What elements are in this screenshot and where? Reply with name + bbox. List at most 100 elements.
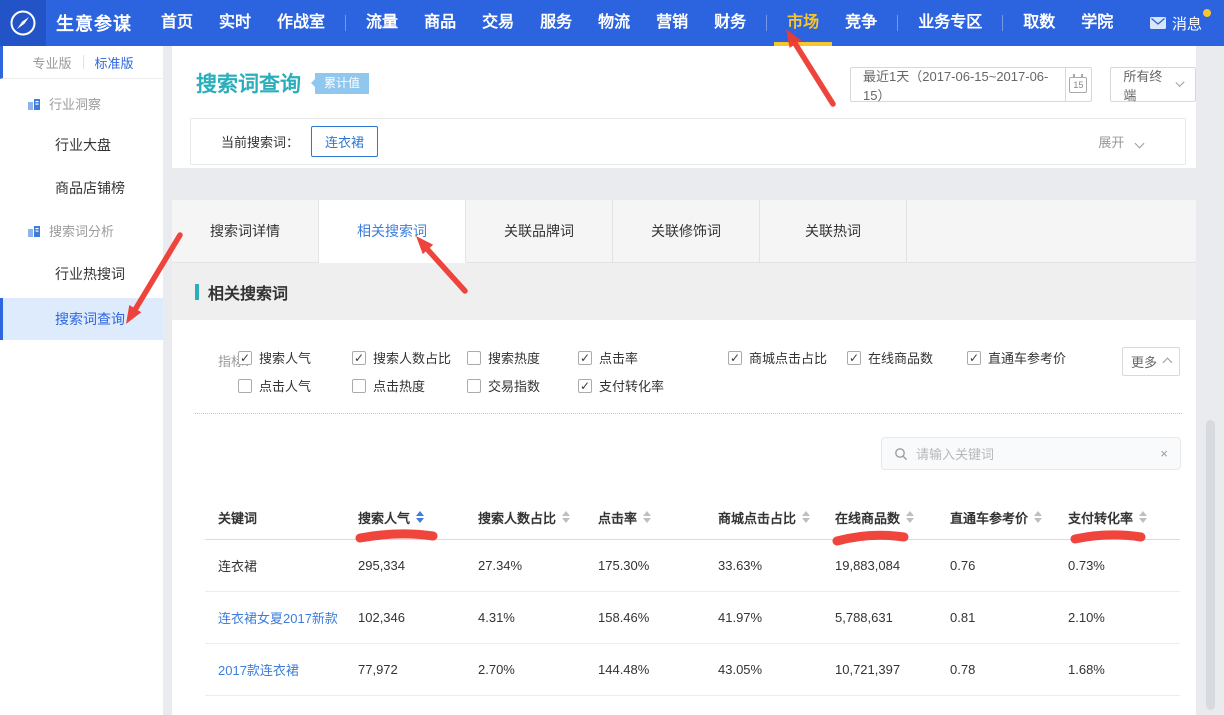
column-header-searcher-ratio[interactable]: 搜索人数占比 [478, 508, 598, 527]
checkbox[interactable] [967, 351, 981, 365]
sidebar-group-industry-insight[interactable]: 行业洞察 [27, 94, 101, 113]
column-header-search-popularity[interactable]: 搜索人气 [358, 508, 478, 527]
table-row: 2017款连衣裙 77,972 2.70% 144.48% 43.05% 10,… [205, 644, 1180, 696]
nav-item-service[interactable]: 服务 [527, 0, 585, 46]
table-row: 连衣裙女夏2017新款 102,346 4.31% 158.46% 41.97%… [205, 592, 1180, 644]
tab-bar-filler [907, 200, 1196, 263]
checkbox[interactable] [467, 351, 481, 365]
tab-search-word-detail[interactable]: 搜索词详情 [172, 200, 319, 263]
messages-label: 消息 [1172, 13, 1202, 34]
sidebar: 专业版 标准版 行业洞察 行业大盘 商品店铺榜 搜索词分析 行业热搜词 搜索词查… [0, 46, 163, 715]
more-label: 更多 [1131, 352, 1157, 371]
sort-icon[interactable] [562, 511, 570, 523]
tab-bar: 搜索词详情 相关搜索词 关联品牌词 关联修饰词 关联热词 [172, 200, 1196, 263]
sort-icon[interactable] [416, 511, 424, 523]
section-title: 相关搜索词 [208, 280, 288, 304]
sidebar-group-search-word-analysis[interactable]: 搜索词分析 [27, 221, 114, 240]
building-icon [27, 97, 41, 111]
sort-icon[interactable] [906, 511, 914, 523]
cell-ztc-ref-price: 0.81 [950, 610, 1068, 625]
metric-checkbox-click-rate[interactable]: 点击率 [578, 348, 728, 367]
sidebar-group-label: 搜索词分析 [49, 221, 114, 240]
metric-checkbox-search-heat[interactable]: 搜索热度 [467, 348, 578, 367]
metric-checkbox-trade-index[interactable]: 交易指数 [467, 376, 578, 395]
keyword-search-input[interactable]: 请输入关键词 × [881, 437, 1181, 470]
tab-pro-version[interactable]: 专业版 [21, 53, 82, 72]
calendar-button[interactable]: 15 [1066, 67, 1093, 102]
nav-item-warroom[interactable]: 作战室 [264, 0, 338, 46]
keyword-link[interactable]: 2017款连衣裙 [205, 660, 358, 679]
checkbox[interactable] [352, 379, 366, 393]
metric-checkbox-click-heat[interactable]: 点击热度 [352, 376, 467, 395]
metric-checkbox-click-popularity[interactable]: 点击人气 [238, 376, 352, 395]
nav-item-marketing[interactable]: 营销 [643, 0, 701, 46]
checkbox[interactable] [238, 379, 252, 393]
sidebar-item-product-shop-rank[interactable]: 商品店铺榜 [55, 178, 125, 198]
keyword-link[interactable]: 连衣裙女夏2017新款 [205, 608, 358, 627]
column-header-online-products[interactable]: 在线商品数 [835, 508, 950, 527]
column-header-click-rate[interactable]: 点击率 [598, 508, 718, 527]
tab-standard-version[interactable]: 标准版 [84, 53, 145, 72]
tab-related-brand-words[interactable]: 关联品牌词 [466, 200, 613, 263]
more-button[interactable]: 更多 [1122, 347, 1180, 376]
nav-item-market-active[interactable]: 市场 [774, 0, 832, 46]
metric-checkbox-online-products[interactable]: 在线商品数 [847, 348, 967, 367]
tab-related-hot-words[interactable]: 关联热词 [760, 200, 907, 263]
checkbox[interactable] [352, 351, 366, 365]
section-header: 相关搜索词 [172, 263, 1196, 320]
nav-item-competition[interactable]: 竞争 [832, 0, 890, 46]
sort-icon[interactable] [802, 511, 810, 523]
checkbox[interactable] [728, 351, 742, 365]
expand-toggle[interactable]: 展开 [1098, 132, 1143, 151]
sort-icon[interactable] [643, 511, 651, 523]
messages-button[interactable]: 消息 [1150, 13, 1202, 34]
nav-item-logistics[interactable]: 物流 [585, 0, 643, 46]
tab-related-modifier-words[interactable]: 关联修饰词 [613, 200, 760, 263]
metric-checkbox-mall-click-ratio[interactable]: 商城点击占比 [728, 348, 847, 367]
nav-item-realtime[interactable]: 实时 [206, 0, 264, 46]
metric-checkbox-searcher-ratio[interactable]: 搜索人数占比 [352, 348, 467, 367]
sort-icon[interactable] [1034, 511, 1042, 523]
metrics-selector: 指标： 搜索人气 搜索人数占比 搜索热度 点击率 商城点击占比 在线商品数 直通… [172, 320, 1196, 413]
nav-item-academy[interactable]: 学院 [1068, 0, 1126, 46]
vertical-scrollbar-thumb[interactable] [1206, 420, 1215, 710]
sort-icon[interactable] [1139, 511, 1147, 523]
checkbox[interactable] [847, 351, 861, 365]
sidebar-group-label: 行业洞察 [49, 94, 101, 113]
nav-item-product[interactable]: 商品 [411, 0, 469, 46]
app-logo[interactable] [0, 0, 46, 46]
date-range-picker[interactable]: 最近1天（2017-06-15~2017-06-15） [850, 67, 1066, 102]
terminal-filter-dropdown[interactable]: 所有终端 [1110, 67, 1196, 102]
sidebar-item-industry-hot-words[interactable]: 行业热搜词 [55, 264, 125, 284]
cell-search-popularity: 295,334 [358, 558, 478, 573]
checkbox[interactable] [578, 379, 592, 393]
tab-related-search-words-active[interactable]: 相关搜索词 [319, 200, 466, 263]
nav-item-traffic[interactable]: 流量 [353, 0, 411, 46]
cell-search-popularity: 77,972 [358, 662, 478, 677]
sidebar-item-search-word-query-active[interactable]: 搜索词查询 [0, 298, 163, 340]
cell-pay-conversion: 2.10% [1068, 610, 1180, 625]
checkbox[interactable] [238, 351, 252, 365]
nav-item-trade[interactable]: 交易 [469, 0, 527, 46]
nav-item-business-zone[interactable]: 业务专区 [905, 0, 995, 46]
current-keyword-tag[interactable]: 连衣裙 [311, 126, 378, 157]
nav-item-home[interactable]: 首页 [148, 0, 206, 46]
nav-item-data-fetch[interactable]: 取数 [1010, 0, 1068, 46]
compass-logo-icon [9, 9, 37, 37]
brand-name[interactable]: 生意参谋 [56, 10, 132, 36]
column-header-ztc-ref-price[interactable]: 直通车参考价 [950, 508, 1068, 527]
column-header-mall-click-ratio[interactable]: 商城点击占比 [718, 508, 835, 527]
nav-item-finance[interactable]: 财务 [701, 0, 759, 46]
metric-checkbox-pay-conversion[interactable]: 支付转化率 [578, 376, 664, 395]
main-panel: 搜索词详情 相关搜索词 关联品牌词 关联修饰词 关联热词 相关搜索词 指标： 搜… [172, 200, 1196, 715]
nav-divider [1002, 15, 1003, 31]
metric-checkbox-search-popularity[interactable]: 搜索人气 [238, 348, 352, 367]
keyword-cell: 连衣裙 [205, 556, 358, 575]
sidebar-item-industry-board[interactable]: 行业大盘 [55, 135, 111, 155]
clear-search-icon[interactable]: × [1160, 446, 1168, 461]
column-header-pay-conversion[interactable]: 支付转化率 [1068, 508, 1180, 527]
metric-checkbox-ztc-ref-price[interactable]: 直通车参考价 [967, 348, 1066, 367]
checkbox[interactable] [467, 379, 481, 393]
cell-ztc-ref-price: 0.76 [950, 558, 1068, 573]
checkbox[interactable] [578, 351, 592, 365]
